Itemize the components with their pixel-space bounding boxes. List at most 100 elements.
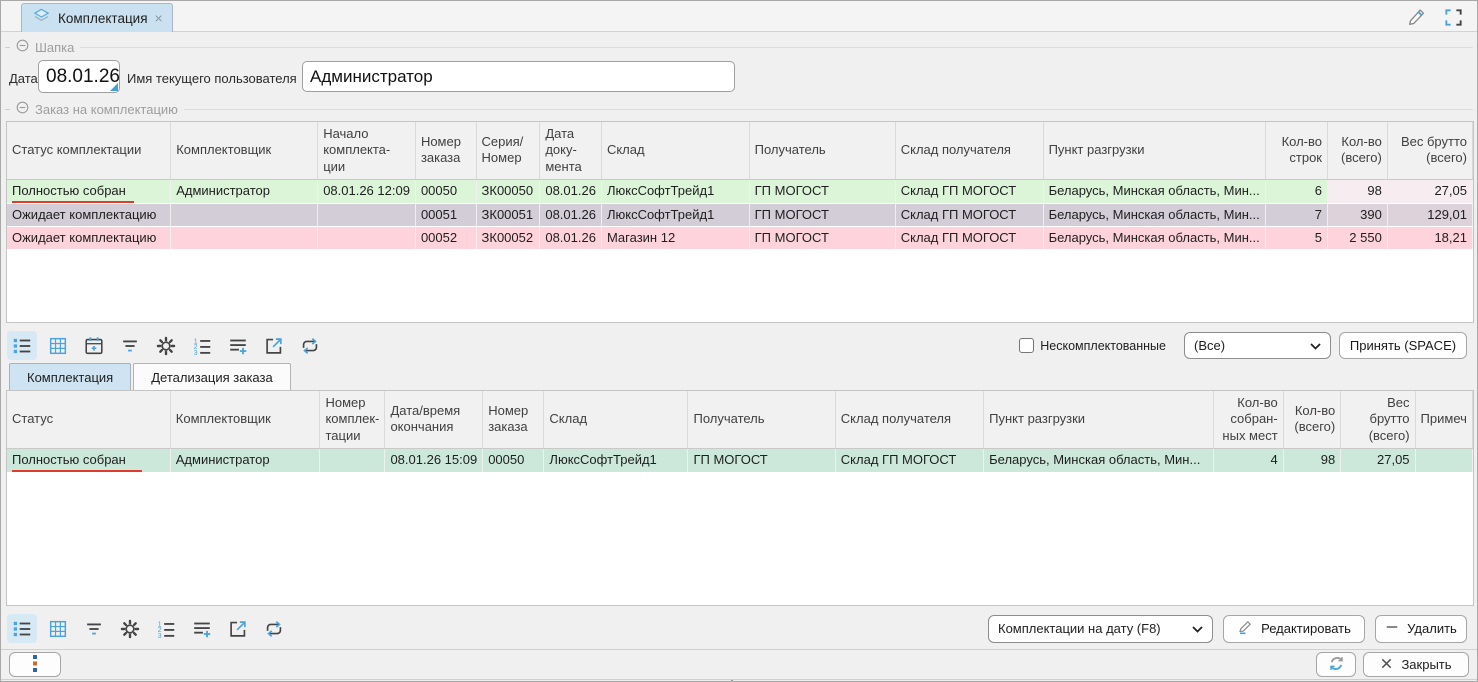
table-cell[interactable]: 00051 [415,203,476,226]
numbered-list-icon[interactable]: 1 2 3 [151,614,181,643]
table-cell[interactable]: ГП МОГОСТ [749,179,895,203]
table-cell[interactable]: ГП МОГОСТ [749,203,895,226]
list-view-icon[interactable] [7,614,37,643]
column-header[interactable]: Кол-во строк [1265,122,1327,179]
table-cell[interactable]: 18,21 [1387,226,1472,249]
calendar-plus-icon[interactable] [79,331,109,360]
table-row[interactable]: Полностью собранАдминистратор08.01.26 12… [7,179,1473,203]
table-cell[interactable]: ЗК00052 [476,226,540,249]
column-header[interactable]: Номер заказа [483,391,544,448]
column-header[interactable]: Склад получателя [895,122,1043,179]
table-cell[interactable]: Ожидает комплектацию [7,226,171,249]
column-header[interactable]: Кол-во (всего) [1328,122,1388,179]
column-header[interactable]: Серия/ Номер [476,122,540,179]
column-header[interactable]: Вес брутто (всего) [1387,122,1472,179]
table-cell[interactable]: 27,05 [1387,179,1472,203]
column-header[interactable]: Дата/время окончания [385,391,483,448]
table-cell[interactable]: 98 [1328,179,1388,203]
tab-komplektacia[interactable]: Комплектация [9,363,131,390]
table-cell[interactable]: 4 [1213,448,1283,472]
column-header[interactable]: Статус комплектации [7,122,171,179]
table-cell[interactable]: Полностью собран [7,448,170,472]
grid-view-icon[interactable] [43,614,73,643]
table-cell[interactable]: Склад ГП МОГОСТ [835,448,983,472]
open-external-icon[interactable] [223,614,253,643]
close-button[interactable]: Закрыть [1363,652,1469,677]
tab-close-icon[interactable]: × [155,11,163,25]
table-cell[interactable]: ГП МОГОСТ [688,448,835,472]
table-cell[interactable]: ГП МОГОСТ [749,226,895,249]
table-cell[interactable]: 6 [1265,179,1327,203]
refresh-cycle-icon[interactable] [295,331,325,360]
date-input[interactable]: 08.01.26 [38,60,120,93]
numbered-list-icon[interactable]: 1 2 3 [187,331,217,360]
filter-icon[interactable] [79,614,109,643]
column-header[interactable]: Номер комплек- тации [320,391,385,448]
grid-view-icon[interactable] [43,331,73,360]
collapse-minus-icon[interactable] [16,39,29,55]
table-cell[interactable]: 08.01.26 [540,203,602,226]
table-cell[interactable]: 08.01.26 [540,226,602,249]
table-cell[interactable]: 08.01.26 [540,179,602,203]
orders-filter-select[interactable]: (Все) [1184,332,1331,359]
unpicked-checkbox[interactable] [1019,338,1034,353]
menu-button[interactable] [9,652,61,677]
delete-button[interactable]: Удалить [1375,615,1467,643]
table-cell[interactable]: ЗК00050 [476,179,540,203]
add-rows-icon[interactable] [187,614,217,643]
table-cell[interactable]: 7 [1265,203,1327,226]
column-header[interactable]: Пункт разгрузки [984,391,1213,448]
column-header[interactable]: Получатель [688,391,835,448]
column-header[interactable]: Номер заказа [415,122,476,179]
table-cell[interactable]: Администратор [170,448,320,472]
table-cell[interactable] [320,448,385,472]
unpicked-checkbox-label[interactable]: Нескомплектованные [1040,339,1166,353]
column-header[interactable]: Склад [544,391,688,448]
table-cell[interactable]: 390 [1328,203,1388,226]
table-cell[interactable]: Склад ГП МОГОСТ [895,179,1043,203]
table-cell[interactable]: Полностью собран [7,179,171,203]
table-cell[interactable]: 00050 [415,179,476,203]
column-header[interactable]: Начало комплекта- ции [318,122,416,179]
table-cell[interactable] [171,226,318,249]
user-input[interactable]: Администратор [302,61,735,92]
table-cell[interactable]: 08.01.26 15:09 [385,448,483,472]
column-header[interactable]: Получатель [749,122,895,179]
table-cell[interactable]: Ожидает комплектацию [7,203,171,226]
table-cell[interactable]: ЛюксСофтТрейд1 [601,179,749,203]
column-header[interactable]: Пункт разгрузки [1043,122,1265,179]
table-cell[interactable]: 00050 [483,448,544,472]
table-cell[interactable]: ЛюксСофтТрейд1 [544,448,688,472]
pencil-icon[interactable] [1405,5,1429,29]
table-cell[interactable]: 98 [1283,448,1341,472]
column-header[interactable]: Комплектовщик [170,391,320,448]
table-row[interactable]: Ожидает комплектацию 00052ЗК0005208.01.26… [7,226,1473,249]
table-cell[interactable]: Беларусь, Минская область, Мин... [1043,226,1265,249]
table-cell[interactable] [318,226,416,249]
table-cell[interactable]: ЗК00051 [476,203,540,226]
table-cell[interactable] [318,203,416,226]
table-row[interactable]: Полностью собранАдминистратор 08.01.26 15… [7,448,1473,472]
column-header[interactable]: Склад [601,122,749,179]
gear-icon[interactable] [115,614,145,643]
table-cell[interactable]: 5 [1265,226,1327,249]
table-cell[interactable]: Беларусь, Минская область, Мин... [1043,179,1265,203]
table-cell[interactable]: Магазин 12 [601,226,749,249]
table-cell[interactable]: 00052 [415,226,476,249]
table-cell[interactable] [171,203,318,226]
list-view-icon[interactable] [7,331,37,360]
column-header[interactable]: Дата доку- мента [540,122,602,179]
table-cell[interactable]: 27,05 [1341,448,1415,472]
column-header[interactable]: Комплектовщик [171,122,318,179]
table-cell[interactable] [1415,448,1472,472]
refresh-button[interactable] [1316,652,1356,677]
table-cell[interactable]: ЛюксСофтТрейд1 [601,203,749,226]
open-external-icon[interactable] [259,331,289,360]
add-rows-icon[interactable] [223,331,253,360]
fullscreen-icon[interactable] [1441,5,1465,29]
column-header[interactable]: Кол-во (всего) [1283,391,1341,448]
accept-button[interactable]: Принять (SPACE) [1339,332,1467,359]
column-header[interactable]: Склад получателя [835,391,983,448]
table-cell[interactable]: 08.01.26 12:09 [318,179,416,203]
filter-icon[interactable] [115,331,145,360]
